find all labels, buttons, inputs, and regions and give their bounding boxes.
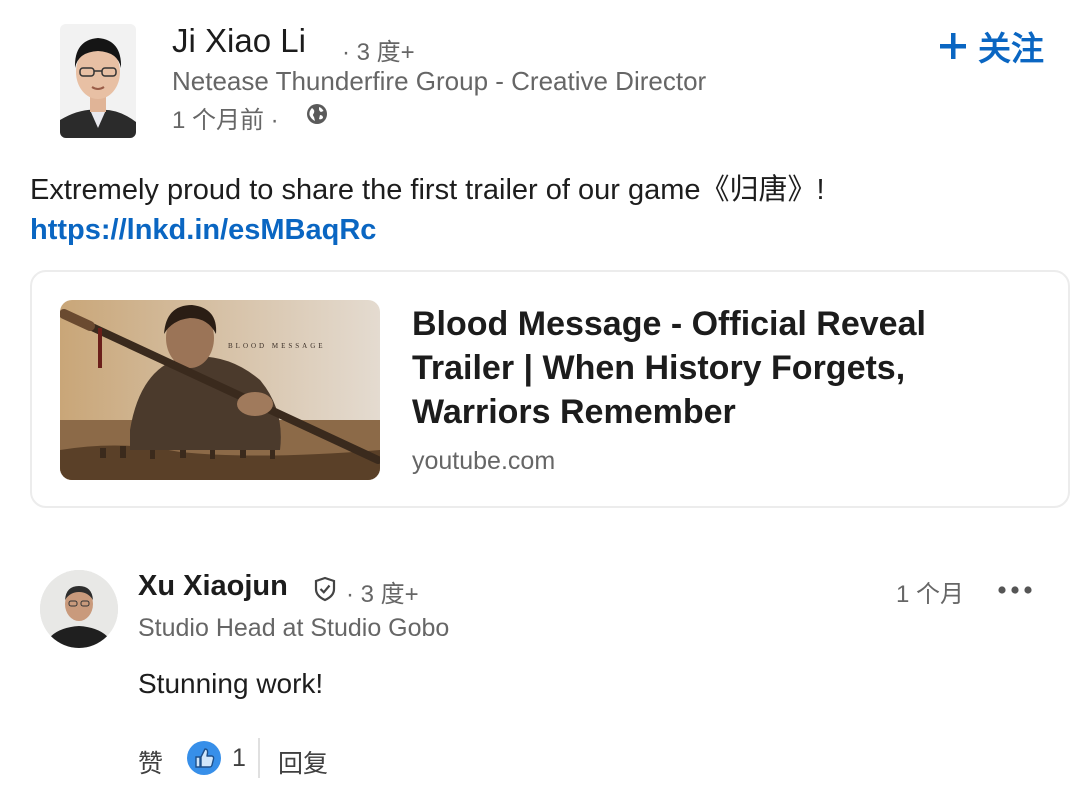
like-button[interactable]: 赞 — [138, 744, 163, 780]
like-reaction-icon[interactable] — [186, 740, 222, 776]
video-thumbnail[interactable]: BLOOD MESSAGE — [60, 300, 380, 480]
commenter-avatar[interactable] — [40, 570, 118, 648]
reply-button[interactable]: 回复 — [278, 744, 328, 780]
post-text: Extremely proud to share the first trail… — [30, 170, 1070, 250]
commenter-headline: Studio Head at Studio Gobo — [138, 614, 450, 642]
link-card-domain: youtube.com — [412, 447, 556, 475]
plus-icon — [940, 33, 966, 59]
author-connection-degree: · 3 度+ — [342, 39, 415, 66]
post-text-body: Extremely proud to share the first trail… — [30, 174, 825, 206]
comment-timestamp: 1 个月 — [896, 581, 965, 608]
post-timestamp: 1 个月前 · — [172, 107, 279, 134]
thumbnail-title-text: BLOOD MESSAGE — [228, 342, 326, 350]
follow-button[interactable]: 关注 — [938, 22, 1044, 70]
globe-icon — [305, 102, 329, 126]
post-link[interactable]: https://lnkd.in/esMBaqRc — [30, 214, 376, 246]
link-card-title[interactable]: Blood Message - Official Reveal Trailer … — [412, 302, 1032, 434]
like-count: 1 — [232, 744, 246, 772]
author-headline: Netease Thunderfire Group - Creative Dir… — [172, 66, 707, 96]
commenter-connection-degree: · 3 度+ — [346, 581, 419, 608]
more-icon[interactable] — [996, 578, 1034, 602]
author-name[interactable]: Ji Xiao Li — [172, 22, 306, 60]
author-avatar[interactable] — [60, 24, 136, 138]
follow-label: 关注 — [978, 30, 1044, 67]
verified-icon — [312, 576, 338, 602]
action-divider — [258, 738, 260, 778]
comment-text: Stunning work! — [138, 668, 324, 699]
commenter-name[interactable]: Xu Xiaojun — [138, 570, 288, 603]
